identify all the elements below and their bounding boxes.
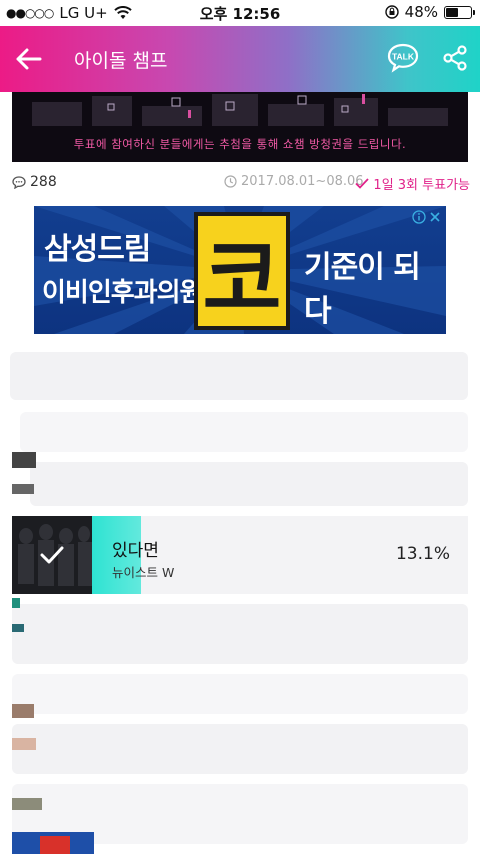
ad-close-icon[interactable]: [428, 210, 442, 224]
talk-label: TALK: [392, 52, 415, 62]
ad-big-character: 코: [194, 212, 290, 330]
back-arrow-icon[interactable]: [14, 44, 44, 74]
song-title: 있다면: [112, 541, 159, 561]
thumbnail-fragment: [40, 836, 70, 854]
comment-count-value: 288: [30, 174, 57, 190]
blank-row: [12, 674, 468, 714]
selected-check-icon: [40, 546, 64, 564]
blank-row: [12, 604, 468, 664]
banner-notice-text: 투표에 참여하신 분들에게는 추첨을 통해 쇼챔 방청권을 드립니다.: [73, 137, 407, 151]
vote-limit: 1일 3회 투표가능: [355, 174, 470, 193]
vote-option-row[interactable]: 있다면 뉴이스트 W 13.1%: [12, 516, 468, 594]
clock-icon: [224, 175, 237, 188]
rotation-lock-icon: [384, 5, 399, 19]
thumbnail-fragment: [12, 704, 34, 718]
thumbnail-fragment: [12, 738, 36, 750]
kakao-talk-icon[interactable]: TALK: [387, 43, 419, 73]
ad-brand-text: 삼성드림: [44, 232, 151, 267]
checkmark-icon: [355, 178, 370, 189]
blank-row: [10, 352, 468, 400]
blank-row: [20, 412, 468, 452]
thumbnail-fragment: [12, 484, 34, 494]
ad-slogan-text: 기준이 되다: [304, 250, 421, 329]
thumbnail-fragment: [12, 624, 24, 632]
thumbnail-fragment: [12, 452, 36, 468]
thumbnail-fragment: [12, 598, 20, 608]
battery-fill: [446, 7, 458, 17]
thumbnail-fragment: [12, 798, 42, 810]
event-banner-image: 투표에 참여하신 분들에게는 추첨을 통해 쇼챔 방청권을 드립니다.: [12, 92, 468, 162]
comment-count[interactable]: 288: [12, 174, 57, 190]
status-right: 48%: [384, 3, 475, 21]
ad-clinic-text: 이비인후과의원: [42, 278, 203, 308]
blank-row: [12, 724, 468, 774]
ad-info-icon[interactable]: [412, 210, 426, 224]
page-title: 아이돌 챔프: [74, 50, 168, 72]
city-skyline-graphic: [12, 92, 468, 126]
poll-date-range: 2017.08.01~08.06: [224, 174, 364, 189]
vote-percentage: 13.1%: [395, 544, 450, 564]
share-icon[interactable]: [441, 44, 469, 72]
app-header: 아이돌 챔프 TALK: [0, 26, 480, 92]
date-range-text: 2017.08.01~08.06: [241, 174, 364, 189]
status-bar: ●●○○○ LG U+ 오후 12:56 48%: [0, 0, 480, 26]
artist-name: 뉴이스트 W: [112, 565, 175, 580]
battery-percent: 48%: [404, 3, 438, 21]
artist-thumbnail: [12, 516, 92, 594]
poll-meta-row: 288 2017.08.01~08.06 1일 3회 투표가능: [12, 172, 470, 193]
comment-icon: [12, 175, 26, 189]
battery-icon: [444, 5, 475, 19]
vote-limit-text: 1일 3회 투표가능: [373, 178, 470, 193]
advertisement-banner[interactable]: 삼성드림 이비인후과의원 코 기준이 되다: [34, 206, 446, 334]
vote-list: 있다면 뉴이스트 W 13.1%: [0, 342, 480, 854]
blank-row: [30, 462, 468, 506]
